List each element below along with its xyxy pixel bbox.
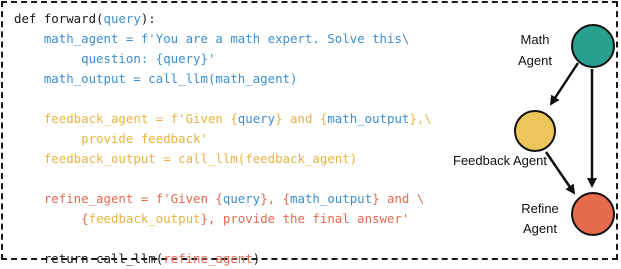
- edge-feedback-to-refine: [544, 151, 576, 195]
- edge-math-to-feedback: [549, 62, 580, 106]
- feedback-agent-label: Feedback Agent: [453, 153, 547, 168]
- refine-agent-label-line1: Refine: [521, 201, 559, 216]
- refine-agent-node: [571, 192, 615, 236]
- math-agent-node: [571, 24, 615, 68]
- refine-agent-label-line2: Agent: [523, 221, 557, 236]
- feedback-agent-node: [514, 110, 556, 152]
- math-agent-label-line1: Math: [521, 32, 550, 47]
- math-agent-label-line2: Agent: [518, 53, 552, 68]
- agent-diagram: Math Agent Feedback Agent Refine Agent: [453, 24, 615, 236]
